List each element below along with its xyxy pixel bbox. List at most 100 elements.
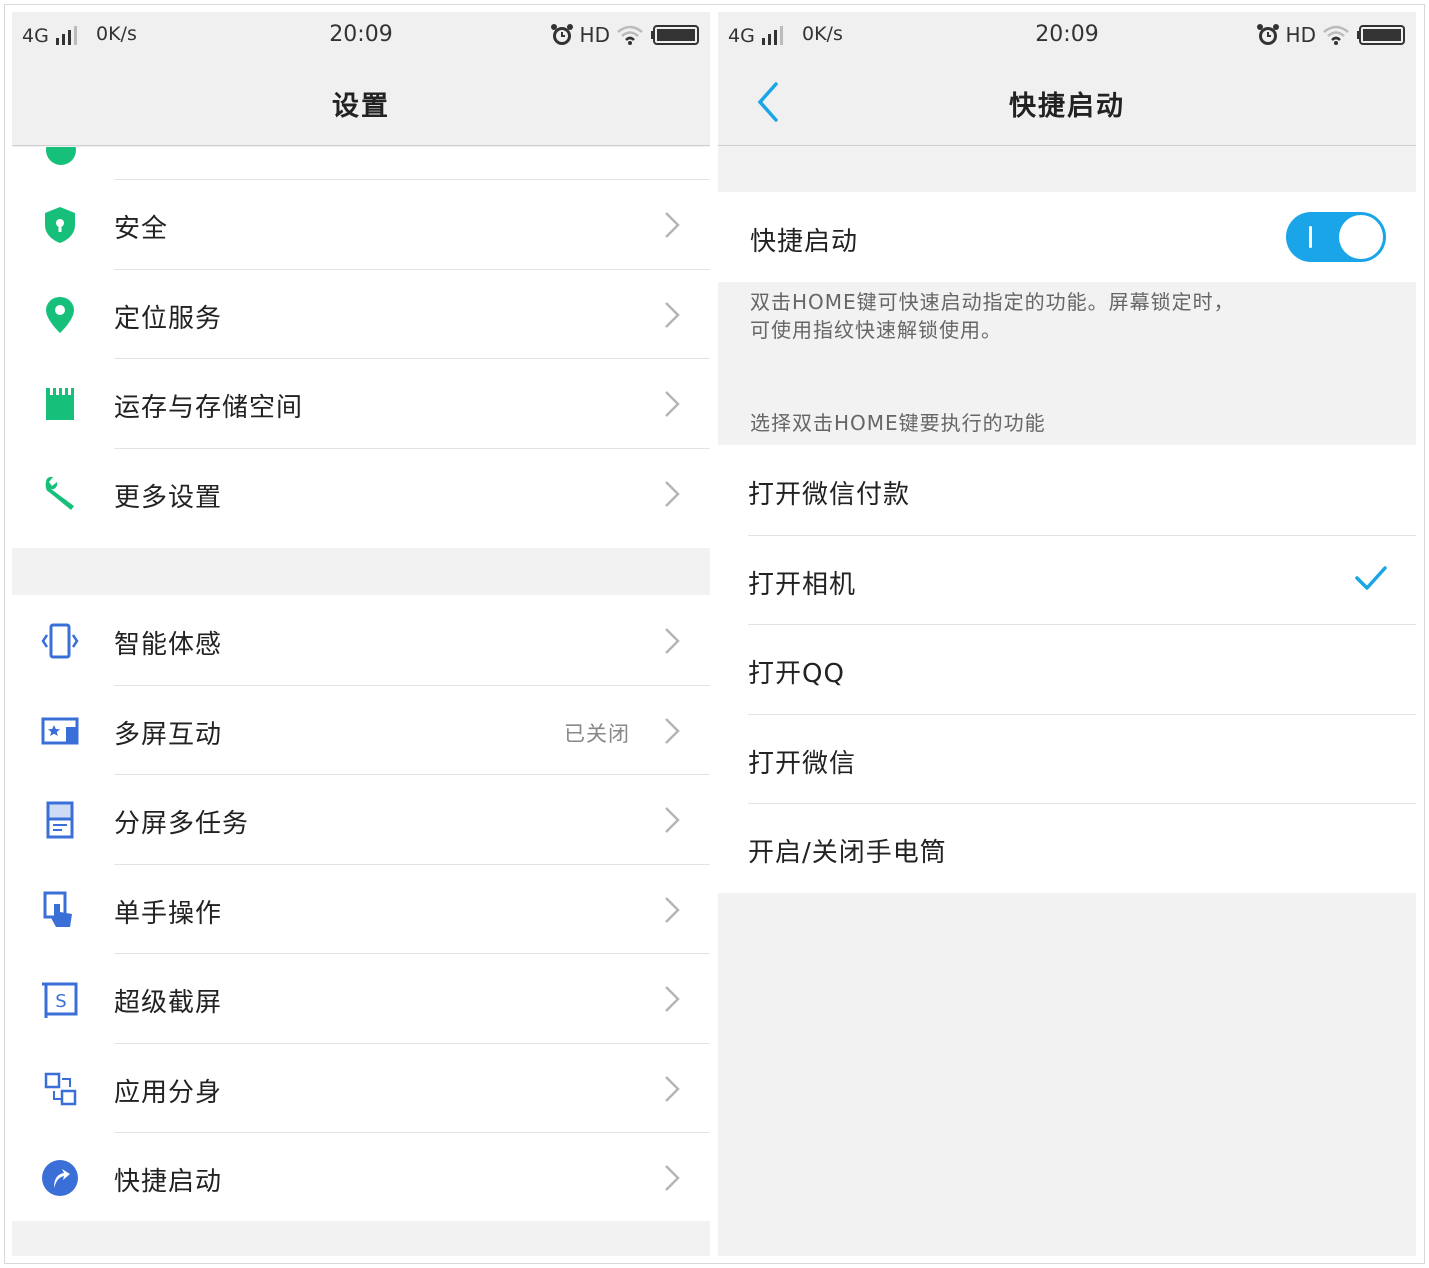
toggle-knob[interactable] (1339, 215, 1383, 259)
divider (114, 1132, 710, 1133)
option-label: 打开QQ (748, 659, 845, 689)
settings-item-label: 安全 (114, 214, 169, 244)
divider (114, 684, 710, 686)
one-hand-icon (43, 891, 72, 927)
option-label: 打开相机 (748, 569, 857, 600)
divider (114, 358, 710, 359)
divider (114, 268, 710, 270)
hd-indicator: HD (579, 23, 610, 47)
partial-list-item (12, 147, 710, 179)
divider (114, 1042, 710, 1044)
battery-icon (651, 25, 699, 45)
feature-description: 双击HOME键可快速启动指定的功能。屏幕锁定时， 可使用指纹快速解锁使用。 (750, 288, 1376, 344)
divider (748, 803, 1416, 804)
option-item[interactable]: 打开微信 (718, 713, 1416, 803)
toggle-label: 快捷启动 (750, 227, 859, 257)
settings-list-group-1: 安全 定位服务 运存与存储空间 更多设置 (12, 147, 710, 548)
location-pin-icon (46, 296, 74, 333)
settings-item-label: 快捷启动 (114, 1167, 223, 1197)
settings-item-label: 单手操作 (114, 898, 223, 929)
option-label: 开启/关闭手电筒 (748, 838, 947, 868)
settings-item-multiscreen[interactable]: 多屏互动 已关闭 (12, 684, 710, 775)
wifi-icon (1323, 25, 1349, 45)
option-item[interactable]: 打开QQ (718, 624, 1416, 714)
settings-item-security[interactable]: 安全 (12, 179, 710, 269)
chevron-right-icon (665, 717, 680, 744)
settings-item-quick-launch[interactable]: 快捷启动 (12, 1132, 710, 1222)
title-bar: 设置 (12, 58, 710, 146)
divider (748, 534, 1416, 536)
settings-item-screenshot[interactable]: S 超级截屏 (12, 953, 710, 1043)
settings-item-app-clone[interactable]: 应用分身 (12, 1042, 710, 1133)
settings-item-label: 更多设置 (114, 482, 223, 513)
settings-item-label: 运存与存储空间 (114, 393, 304, 423)
settings-screen: 4G 0K/s 20:09 HD 设置 安全 定位服务 运存与存储空间 更多设置… (12, 12, 710, 1256)
status-value: 已关闭 (564, 721, 630, 746)
chevron-right-icon (665, 986, 680, 1012)
chevron-right-icon (665, 1165, 680, 1191)
option-label: 打开微信 (748, 748, 857, 779)
divider (114, 447, 710, 449)
sd-card-icon (46, 388, 74, 420)
settings-item-label: 定位服务 (114, 303, 223, 334)
app-clone-icon (44, 1072, 77, 1105)
divider (114, 953, 710, 954)
chevron-right-icon (665, 1075, 680, 1102)
quick-launch-toggle-row[interactable]: 快捷启动 (718, 192, 1416, 282)
svg-text:S: S (55, 991, 66, 1012)
split-screen-icon (46, 801, 74, 839)
status-bar: 4G 0K/s 20:09 HD (718, 12, 1416, 58)
shield-icon (45, 207, 75, 243)
section-header: 选择双击HOME键要执行的功能 (750, 411, 1046, 435)
partial-icon (46, 147, 76, 165)
chevron-right-icon (665, 301, 680, 328)
status-bar: 4G 0K/s 20:09 HD (12, 12, 710, 58)
settings-item-label: 分屏多任务 (114, 809, 250, 839)
option-item-selected[interactable]: 打开相机 (718, 534, 1416, 624)
screenshot-icon: S (42, 982, 78, 1018)
description-line-1: 双击HOME键可快速启动指定的功能。屏幕锁定时， (750, 290, 1235, 314)
chevron-right-icon (665, 480, 680, 507)
quick-launch-toggle[interactable] (1286, 212, 1386, 262)
divider (748, 624, 1416, 625)
settings-item-location[interactable]: 定位服务 (12, 268, 710, 359)
divider (114, 863, 710, 865)
quick-launch-screen: 4G 0K/s 20:09 HD 快捷启动 快捷启动 双击HOME键可快速启动指… (718, 12, 1416, 1256)
battery-icon (1357, 25, 1405, 45)
settings-item-label: 多屏互动 (114, 719, 223, 750)
divider (114, 774, 710, 775)
motion-sense-icon (41, 623, 79, 659)
screen-cast-icon (41, 717, 79, 744)
option-item[interactable]: 开启/关闭手电筒 (718, 803, 1416, 893)
settings-item-label: 应用分身 (114, 1077, 223, 1108)
section-gap (718, 147, 1416, 192)
alarm-icon (550, 24, 573, 45)
option-list: 打开微信付款 打开相机 打开QQ 打开微信 开启/关闭手电筒 (718, 445, 1416, 893)
wrench-icon (45, 476, 74, 510)
wifi-icon (617, 25, 643, 45)
settings-item-storage[interactable]: 运存与存储空间 (12, 358, 710, 448)
settings-item-label: 智能体感 (114, 630, 223, 660)
quick-launch-icon (42, 1160, 78, 1196)
checkmark-icon (1355, 565, 1387, 590)
settings-item-label: 超级截屏 (114, 988, 223, 1018)
settings-list-group-2: 智能体感 多屏互动 已关闭 分屏多任务 单手操作 S 超级截屏 应用分身 快捷启… (12, 595, 710, 1221)
chevron-right-icon (665, 212, 680, 238)
title-bar: 快捷启动 (718, 58, 1416, 146)
alarm-icon (1256, 24, 1279, 45)
divider (114, 179, 710, 180)
settings-item-split-screen[interactable]: 分屏多任务 (12, 774, 710, 864)
settings-item-one-hand[interactable]: 单手操作 (12, 863, 710, 954)
hd-indicator: HD (1285, 23, 1316, 47)
option-label: 打开微信付款 (748, 480, 911, 510)
status-icons: HD (550, 21, 700, 49)
settings-item-motion[interactable]: 智能体感 (12, 595, 710, 685)
toggle-on-mark (1309, 226, 1312, 248)
chevron-right-icon (665, 807, 680, 833)
page-title: 设置 (332, 91, 390, 122)
chevron-right-icon (665, 896, 680, 923)
divider (748, 713, 1416, 715)
option-item[interactable]: 打开微信付款 (718, 445, 1416, 535)
settings-item-more[interactable]: 更多设置 (12, 447, 710, 538)
page-title: 快捷启动 (1009, 91, 1125, 122)
